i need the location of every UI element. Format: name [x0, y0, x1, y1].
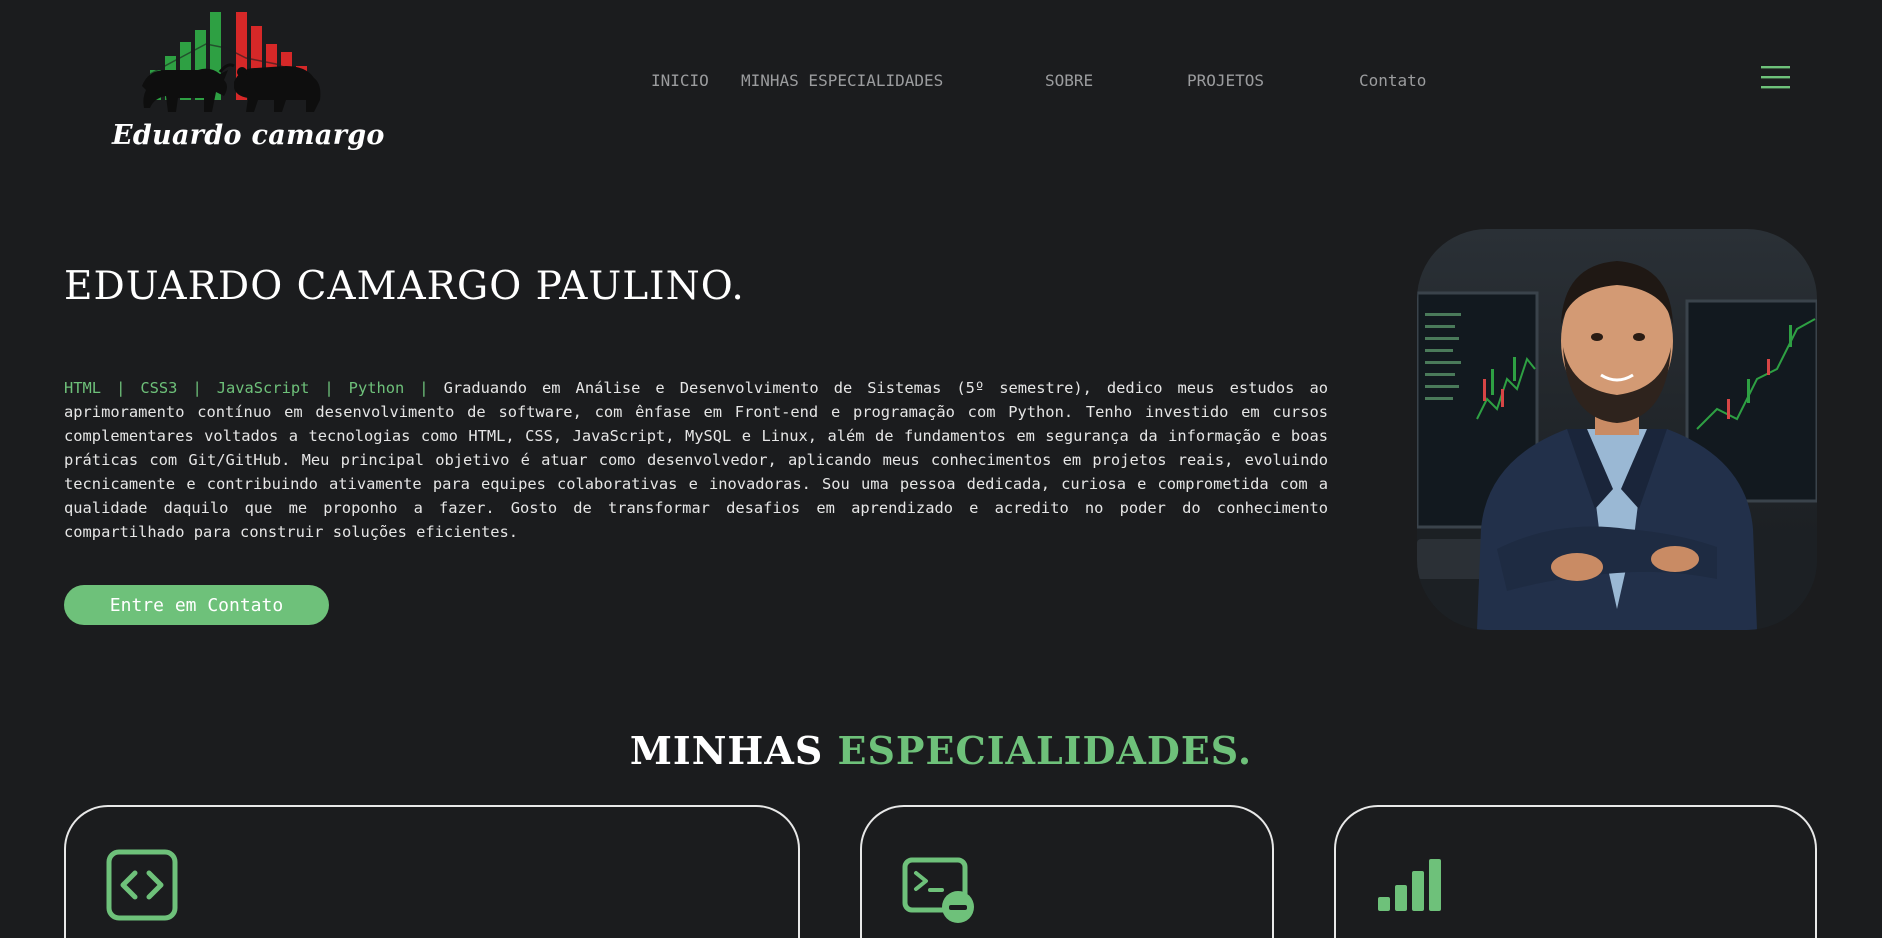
- specialties-title-accent: ESPECIALIDADES.: [837, 728, 1253, 773]
- bull-bear-chart-logo-icon: [142, 12, 321, 112]
- specialties-title-main: MINHAS: [629, 728, 824, 773]
- terminal-icon: [902, 857, 974, 927]
- specialty-card-frontend: [64, 805, 800, 938]
- bio-text: Graduando em Análise e Desenvolvimento d…: [64, 379, 1328, 541]
- hero-title: EDUARDO CAMARGO PAULINO.: [64, 264, 745, 309]
- skills-list: HTML | CSS3 | JavaScript | Python |: [64, 379, 429, 397]
- specialty-card-analytics: [1334, 805, 1817, 938]
- nav-item-especialidades[interactable]: MINHAS ESPECIALIDADES: [741, 70, 1045, 92]
- logo[interactable]: Eduardo camargo: [108, 8, 384, 151]
- contact-button[interactable]: Entre em Contato: [64, 585, 329, 625]
- hero-description: HTML | CSS3 | JavaScript | Python | Grad…: [64, 376, 1328, 544]
- bar-chart-icon: [1376, 857, 1446, 917]
- specialties-title: MINHAS ESPECIALIDADES.: [0, 728, 1882, 773]
- nav-item-inicio[interactable]: INICIO: [651, 70, 741, 92]
- code-brackets-icon: [106, 849, 178, 925]
- nav-item-sobre[interactable]: SOBRE: [1045, 70, 1187, 92]
- logo-text: Eduardo camargo: [112, 120, 385, 151]
- profile-portrait: [1417, 229, 1817, 630]
- nav-item-contato[interactable]: Contato: [1359, 70, 1426, 92]
- nav-item-projetos[interactable]: PROJETOS: [1187, 70, 1359, 92]
- portrait-illustration-icon: [1417, 229, 1817, 630]
- specialty-card-terminal: [860, 805, 1274, 938]
- hamburger-menu-icon[interactable]: [1761, 64, 1791, 92]
- page: Eduardo camargo INICIO MINHAS ESPECIALID…: [0, 0, 1882, 938]
- main-nav: INICIO MINHAS ESPECIALIDADES SOBRE PROJE…: [651, 70, 1426, 92]
